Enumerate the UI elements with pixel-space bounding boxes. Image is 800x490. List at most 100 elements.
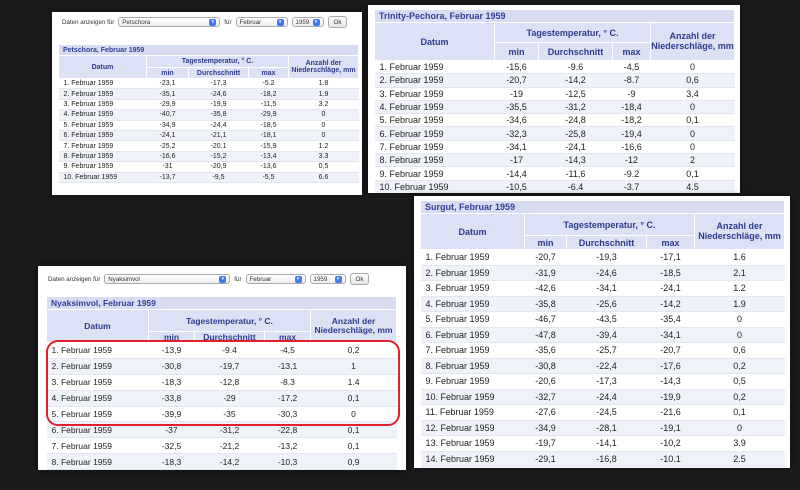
station-label: Daten anzeigen für xyxy=(62,18,115,26)
cell-durchschnitt: -12,8 xyxy=(194,374,265,391)
cell-datum: 8. Februar 1959 xyxy=(420,358,525,374)
ok-button[interactable]: Ok xyxy=(327,16,348,28)
table-row: 9. Februar 1959 -31 -20,9 -13,6 0,5 xyxy=(58,161,359,173)
header-datum: Datum xyxy=(420,213,525,250)
cell-niederschlag: 2 xyxy=(650,153,735,168)
year-select[interactable]: 1959 ▾ xyxy=(309,274,346,284)
cell-max: -14,3 xyxy=(646,373,695,390)
cell-niederschlag: 0 xyxy=(694,311,785,328)
nyaksimvol-panel: Daten anzeigen für Nyaksimvol ▾ für Febru… xyxy=(38,266,406,470)
ok-button[interactable]: Ok xyxy=(349,273,370,285)
station-select[interactable]: Nyaksimvol ▾ xyxy=(104,274,231,284)
cell-min: -19,7 xyxy=(524,435,567,452)
table-row: 2. Februar 1959 -31,9 -24,6 -18,5 2.1 xyxy=(420,265,785,281)
cell-min: -16,6 xyxy=(146,151,189,163)
cell-max: -5,5 xyxy=(248,172,289,183)
cell-datum: 9. Februar 1959 xyxy=(58,161,147,173)
month-select[interactable]: Februar ▾ xyxy=(245,274,306,284)
cell-durchschnitt: -24,1 xyxy=(538,140,613,155)
cell-max: -12 xyxy=(612,153,651,168)
cell-niederschlag: 0,1 xyxy=(310,437,397,455)
table-row: 5. Februar 1959 -34,6 -24,8 -18,2 0,1 xyxy=(374,113,735,128)
cell-durchschnitt: -6.4 xyxy=(538,180,613,193)
cell-datum: 5. Februar 1959 xyxy=(46,406,149,423)
cell-niederschlag: 0,1 xyxy=(694,404,785,421)
cell-min: -13,9 xyxy=(148,342,195,359)
cell-datum: 5. Februar 1959 xyxy=(420,311,525,328)
cell-durchschnitt: -11,6 xyxy=(538,166,613,181)
table-row: 3. Februar 1959 -29,9 -19,9 -11,5 3.2 xyxy=(58,99,359,111)
cell-niederschlag: 0,6 xyxy=(694,342,785,359)
cell-min: -25,2 xyxy=(146,140,189,152)
table-row: 5. Februar 1959 -46,7 -43,5 -35,4 0 xyxy=(420,311,785,328)
month-select[interactable]: Februar ▾ xyxy=(235,17,288,27)
weather-table: Surgut, Februar 1959 Datum Tagestemperat… xyxy=(419,200,786,467)
header-tagestemperatur: Tagestemperatur, ° C. xyxy=(148,309,311,332)
cell-max: -35,4 xyxy=(646,311,695,328)
header-datum: Datum xyxy=(374,22,495,61)
cell-durchschnitt: -25,6 xyxy=(566,296,647,312)
cell-niederschlag: 0 xyxy=(650,100,735,115)
cell-durchschnitt: -21,2 xyxy=(194,437,265,455)
cell-datum: 12. Februar 1959 xyxy=(420,420,525,436)
cell-datum: 6. Februar 1959 xyxy=(420,327,525,343)
cell-niederschlag: 0,1 xyxy=(650,166,735,181)
table-row: 8. Februar 1959 -18,3 -14,2 -10,3 0,9 xyxy=(46,453,397,470)
station-form: Daten anzeigen für Nyaksimvol ▾ für Febru… xyxy=(38,266,406,292)
chevron-down-icon: ▾ xyxy=(219,275,227,283)
cell-durchschnitt: -22,4 xyxy=(566,358,647,374)
cell-durchschnitt: -16,8 xyxy=(566,451,647,467)
cell-durchschnitt: -21,1 xyxy=(188,130,249,142)
cell-niederschlag: 0,6 xyxy=(650,73,735,88)
cell-durchschnitt: -14,3 xyxy=(538,153,613,168)
cell-datum: 7. Februar 1959 xyxy=(374,140,495,155)
table-caption: Trinity-Pechora, Februar 1959 xyxy=(374,9,735,23)
table-row: 1. Februar 1959 -20,7 -19,3 -17,1 1.6 xyxy=(420,249,785,266)
cell-min: -10,5 xyxy=(494,180,539,193)
cell-durchschnitt: -24,4 xyxy=(188,120,249,131)
table-row: 1. Februar 1959 -15,6 -9.6 -4,5 0 xyxy=(374,60,735,75)
table-caption: Petschora, Februar 1959 xyxy=(58,44,359,56)
table-caption: Nyaksimvol, Februar 1959 xyxy=(45,296,398,310)
cell-datum: 9. Februar 1959 xyxy=(374,166,495,181)
cell-durchschnitt: -24,6 xyxy=(188,88,249,100)
cell-min: -35,1 xyxy=(146,88,189,100)
cell-datum: 10. Februar 1959 xyxy=(374,180,495,193)
cell-max: -17,2 xyxy=(264,390,311,407)
cell-max: -13,4 xyxy=(248,151,289,163)
cell-datum: 8. Februar 1959 xyxy=(374,153,495,168)
table-row: 10. Februar 1959 -10,5 -6.4 -3.7 4.5 xyxy=(374,180,735,193)
header-durchschnitt: Durchschnitt xyxy=(566,235,647,250)
cell-durchschnitt: -28,1 xyxy=(566,420,647,436)
table-row: 7. Februar 1959 -34,1 -24,1 -16,6 0 xyxy=(374,140,735,155)
cell-niederschlag: 0,2 xyxy=(694,389,785,405)
cell-datum: 9. Februar 1959 xyxy=(420,373,525,390)
header-niederschlag: Anzahl der Niederschläge, mm xyxy=(693,213,786,250)
table-row: 6. Februar 1959 -47,8 -39,4 -34,1 0 xyxy=(420,327,785,343)
cell-max: -24,1 xyxy=(646,280,695,297)
cell-durchschnitt: -24,8 xyxy=(538,113,613,128)
cell-min: -35,5 xyxy=(494,100,539,115)
cell-min: -32,3 xyxy=(494,126,539,141)
table-row: 4. Februar 1959 -33,8 -29 -17,2 0,1 xyxy=(46,390,397,407)
table-row: 5. Februar 1959 -34,9 -24,4 -18,5 0 xyxy=(58,120,359,131)
cell-datum: 11. Februar 1959 xyxy=(420,404,525,421)
cell-min: -32,7 xyxy=(524,389,567,405)
cell-datum: 4. Februar 1959 xyxy=(374,100,495,115)
header-tagestemperatur: Tagestemperatur, ° C. xyxy=(494,22,651,43)
cell-datum: 6. Februar 1959 xyxy=(374,126,495,141)
header-min: min xyxy=(524,235,567,250)
cell-min: -35,6 xyxy=(524,342,567,359)
table-row: 7. Februar 1959 -35,6 -25,7 -20,7 0,6 xyxy=(420,342,785,359)
header-tagestemperatur: Tagestemperatur, ° C. xyxy=(146,55,289,68)
cell-min: -39,9 xyxy=(148,406,195,423)
cell-durchschnitt: -24,5 xyxy=(566,404,647,421)
header-max: max xyxy=(248,67,289,79)
header-niederschlag: Anzahl der Niederschläge, mm xyxy=(309,309,398,343)
station-select[interactable]: Petschora ▾ xyxy=(118,17,221,27)
cell-datum: 1. Februar 1959 xyxy=(58,78,147,90)
year-select[interactable]: 1959 ▾ xyxy=(291,17,324,27)
cell-min: -30,8 xyxy=(524,358,567,374)
cell-durchschnitt: -19,9 xyxy=(188,99,249,111)
cell-niederschlag: 1.9 xyxy=(694,296,785,312)
